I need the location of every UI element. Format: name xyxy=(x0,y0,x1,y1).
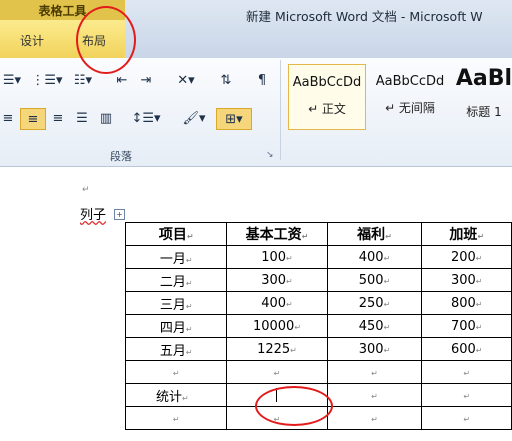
table-cell[interactable]: ↵ xyxy=(421,406,512,430)
table-row: 四月↵ 10000↵ 450↵ 700↵ xyxy=(124,314,512,338)
align-center-button[interactable]: ≡ xyxy=(20,108,46,130)
multilevel-list-button[interactable]: ☷▾ xyxy=(68,70,98,90)
shading-button[interactable]: 🖌▾ xyxy=(178,108,210,128)
caption-text[interactable]: 列子 xyxy=(80,204,106,223)
line-spacing-icon: ↕☰▾ xyxy=(131,110,161,126)
increase-indent-button[interactable]: ⇥ xyxy=(136,70,156,90)
paragraph-group-label: 段落 xyxy=(110,150,132,163)
table-cell[interactable]: ↵ xyxy=(326,406,423,430)
tab-design[interactable]: 设计 xyxy=(20,32,44,49)
table-cell[interactable]: 300↵ xyxy=(226,268,328,292)
header-cell[interactable]: 项目↵ xyxy=(124,222,228,246)
numbered-list-icon: ⋮☰▾ xyxy=(31,72,63,88)
style-name: ↵ 正文 xyxy=(308,102,346,116)
dialog-launcher-icon[interactable]: ↘ xyxy=(266,150,274,160)
table-cell[interactable]: 300↵ xyxy=(421,268,512,292)
distributed-icon: ▥ xyxy=(99,110,113,126)
align-right-icon: ≡ xyxy=(52,110,64,126)
ribbon: ☰▾ ⋮☰▾ ☷▾ ⇤ ⇥ ✕▾ ⇅ ¶ ≡ ≡ ≡ ☰ ▥ ↕☰▾ 🖌▾ ⊞▾… xyxy=(0,58,512,167)
bullet-list-icon: ☰▾ xyxy=(2,72,22,88)
table-row: 二月↵ 300↵ 500↵ 300↵ xyxy=(124,268,512,292)
header-cell[interactable]: 基本工资↵ xyxy=(226,222,328,246)
increase-indent-icon: ⇥ xyxy=(140,72,152,88)
paint-bucket-icon: 🖌▾ xyxy=(182,110,206,126)
window-title: 新建 Microsoft Word 文档 - Microsoft W xyxy=(246,9,483,24)
table-header-row: 项目↵ 基本工资↵ 福利↵ 加班↵ xyxy=(124,222,512,246)
table-row: 三月↵ 400↵ 250↵ 800↵ xyxy=(124,291,512,315)
decrease-indent-button[interactable]: ⇤ xyxy=(112,70,132,90)
justify-button[interactable]: ☰ xyxy=(72,108,92,128)
table-cell[interactable]: ↵ xyxy=(421,360,512,384)
table-cell[interactable]: 250↵ xyxy=(326,291,423,315)
header-cell[interactable]: 加班↵ xyxy=(421,222,512,246)
table-cell[interactable]: ↵ xyxy=(124,360,228,384)
style-sample: AaBbCcDd xyxy=(375,74,445,89)
paragraph-mark-icon: ¶ xyxy=(257,72,267,88)
sort-icon: ⇅ xyxy=(220,72,232,88)
table-cell[interactable]: 300↵ xyxy=(326,337,423,361)
table-cell[interactable]: 800↵ xyxy=(421,291,512,315)
annotation-circle-layout-tab xyxy=(76,6,136,74)
table-cell[interactable]: 一月↵ xyxy=(124,245,228,269)
table-row: ↵ ↵ ↵ ↵ xyxy=(124,360,512,384)
style-heading-1[interactable]: AaBl 标题 1 xyxy=(456,64,512,128)
chinese-layout-icon: ✕▾ xyxy=(177,72,195,88)
style-normal[interactable]: AaBbCcDd ↵ 正文 xyxy=(288,64,366,130)
table-cell[interactable]: 400↵ xyxy=(226,291,328,315)
table-cell[interactable]: ↵ xyxy=(421,383,512,407)
table-cell[interactable]: 四月↵ xyxy=(124,314,228,338)
style-no-spacing[interactable]: AaBbCcDd ↵ 无间隔 xyxy=(370,64,450,128)
table-cell[interactable]: ↵ xyxy=(326,360,423,384)
table-cell[interactable]: 10000↵ xyxy=(226,314,328,338)
align-left-icon: ≡ xyxy=(2,110,14,126)
sort-button[interactable]: ⇅ xyxy=(214,70,238,90)
table-cell[interactable]: 600↵ xyxy=(421,337,512,361)
table-cell[interactable]: ↵ xyxy=(326,383,423,407)
table-row: 一月↵ 100↵ 400↵ 200↵ xyxy=(124,245,512,269)
justify-icon: ☰ xyxy=(76,110,88,126)
table-cell[interactable]: 三月↵ xyxy=(124,291,228,315)
chinese-layout-button[interactable]: ✕▾ xyxy=(170,70,202,90)
table-cell[interactable]: 500↵ xyxy=(326,268,423,292)
line-spacing-button[interactable]: ↕☰▾ xyxy=(130,108,162,128)
table-cell[interactable]: 100↵ xyxy=(226,245,328,269)
numbering-button[interactable]: ⋮☰▾ xyxy=(30,70,64,90)
style-sample: AaBbCcDd xyxy=(292,75,362,90)
show-marks-button[interactable]: ¶ xyxy=(252,70,272,90)
borders-button[interactable]: ⊞▾ xyxy=(216,108,252,130)
align-left-button[interactable]: ≡ xyxy=(0,108,16,128)
style-name: ↵ 无间隔 xyxy=(385,101,435,115)
table-row: 五月↵ 1225↵ 300↵ 600↵ xyxy=(124,337,512,361)
table-cell[interactable]: 400↵ xyxy=(326,245,423,269)
annotation-circle-active-cell xyxy=(255,386,333,426)
distributed-button[interactable]: ▥ xyxy=(96,108,116,128)
table-cell[interactable]: 200↵ xyxy=(421,245,512,269)
table-cell[interactable]: ↵ xyxy=(124,406,228,430)
align-right-button[interactable]: ≡ xyxy=(48,108,68,128)
align-center-icon: ≡ xyxy=(27,111,39,127)
table-cell[interactable]: 五月↵ xyxy=(124,337,228,361)
table-cell[interactable]: 二月↵ xyxy=(124,268,228,292)
table-cell[interactable]: 700↵ xyxy=(421,314,512,338)
header-cell[interactable]: 福利↵ xyxy=(326,222,423,246)
bullets-button[interactable]: ☰▾ xyxy=(0,70,24,90)
paragraph-mark: ↵ xyxy=(82,185,90,195)
style-sample: AaBl xyxy=(456,66,512,91)
decrease-indent-icon: ⇤ xyxy=(116,72,128,88)
borders-icon: ⊞▾ xyxy=(225,111,243,127)
style-name: 标题 1 xyxy=(466,105,502,119)
table-cell[interactable]: 1225↵ xyxy=(226,337,328,361)
table-move-handle-icon[interactable]: + xyxy=(114,209,125,220)
table-cell[interactable]: 450↵ xyxy=(326,314,423,338)
multilevel-list-icon: ☷▾ xyxy=(73,72,93,88)
group-divider xyxy=(280,60,281,160)
table-cell[interactable]: ↵ xyxy=(226,360,328,384)
table-cell[interactable]: 统计↵ xyxy=(124,383,228,407)
